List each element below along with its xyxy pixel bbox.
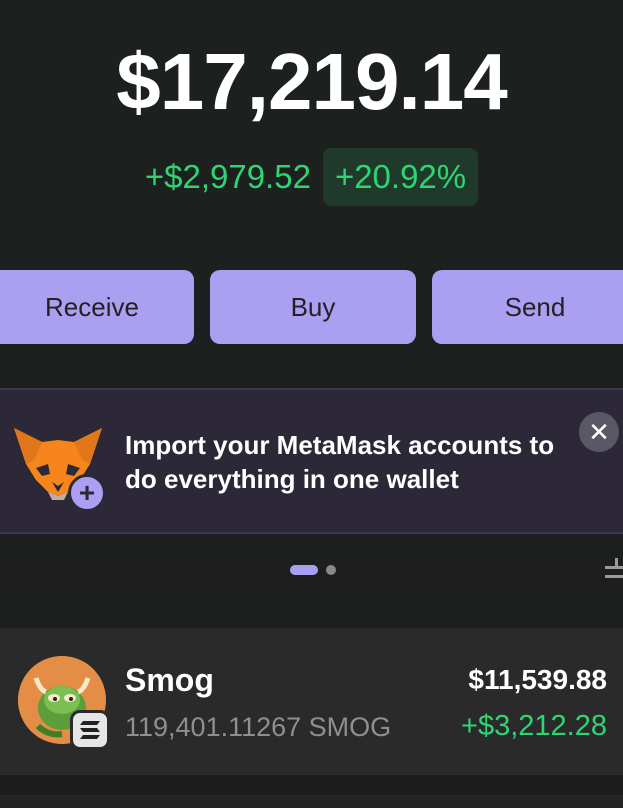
carousel-dot-active[interactable] [290, 565, 318, 575]
add-icon: + [68, 474, 106, 512]
token-value: $11,539.88 [468, 664, 607, 695]
import-metamask-banner[interactable]: + Import your MetaMask accounts to do ev… [0, 388, 623, 534]
portfolio-change: +$2,979.52 +20.92% [0, 148, 623, 206]
send-button[interactable]: Send [432, 270, 623, 344]
settings-slider-icon[interactable] [603, 556, 623, 586]
action-buttons: Receive Buy Send [0, 270, 623, 344]
token-change: +$3,212.28 [461, 710, 607, 742]
token-name: Smog [125, 662, 214, 698]
receive-button[interactable]: Receive [0, 270, 194, 344]
portfolio-balance: $17,219.14 [116, 37, 507, 126]
close-icon[interactable]: ✕ [579, 412, 619, 452]
change-amount: +$2,979.52 [144, 158, 311, 195]
carousel-indicator[interactable] [290, 565, 336, 575]
token-row[interactable]: Smog 119,401.11267 SMOG $11,539.88 +$3,2… [0, 628, 623, 775]
next-row-edge [0, 795, 623, 808]
promo-text: Import your MetaMask accounts to do ever… [125, 430, 555, 494]
solana-icon [70, 710, 110, 750]
token-amount: 119,401.11267 SMOG [125, 712, 392, 742]
carousel-dot[interactable] [326, 565, 336, 575]
change-percent-badge: +20.92% [322, 148, 479, 206]
buy-button[interactable]: Buy [210, 270, 416, 344]
